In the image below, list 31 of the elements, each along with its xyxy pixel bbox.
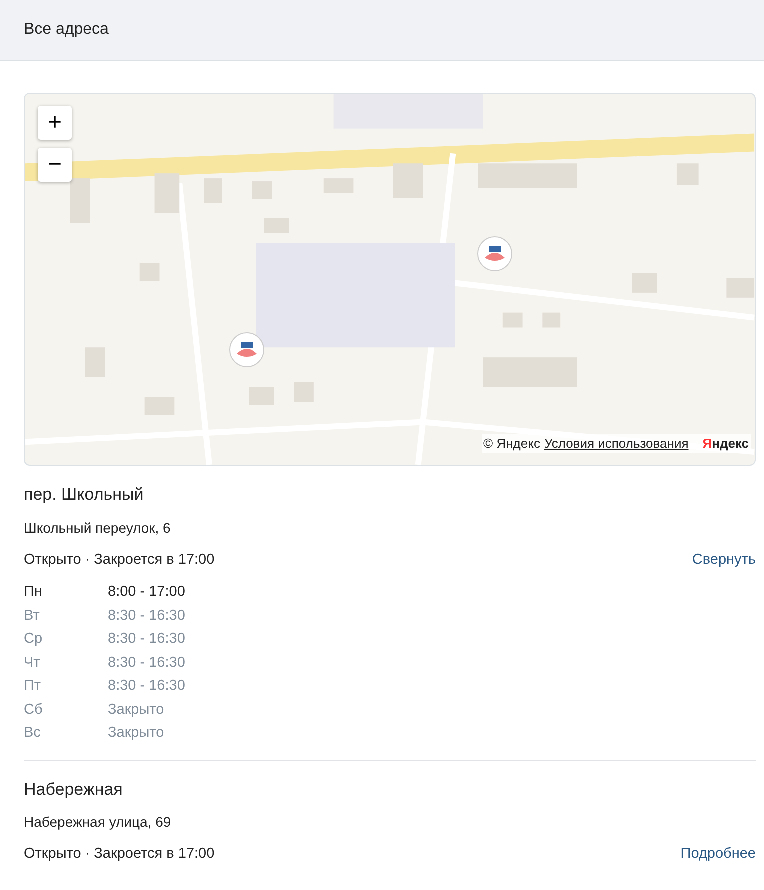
map[interactable]: + − © Яндекс Условия использования Яндекс xyxy=(24,93,756,466)
details-link[interactable]: Подробнее xyxy=(680,844,756,866)
hours-text: 8:30 - 16:30 xyxy=(108,606,186,626)
map-marker-icon[interactable] xyxy=(229,332,265,368)
hours-text: Закрыто xyxy=(108,700,164,720)
weekday: Сб xyxy=(24,700,44,720)
copyright-text: © Яндекс xyxy=(484,434,540,453)
zoom-out-button[interactable]: − xyxy=(38,148,72,182)
opening-status: Открыто · Закроется в 17:00 xyxy=(24,845,215,864)
weekday: Ср xyxy=(24,630,44,650)
page-title: Все адреса xyxy=(24,20,109,40)
location-name: пер. Школьный xyxy=(24,484,145,506)
hours-text: 8:30 - 16:30 xyxy=(108,677,186,696)
location-name: Набережная xyxy=(24,778,124,801)
zoom-in-button[interactable]: + xyxy=(38,106,72,140)
hours-text: 8:30 - 16:30 xyxy=(108,630,186,650)
weekday: Пн xyxy=(24,583,44,602)
weekday: Вт xyxy=(24,606,41,626)
hours-text: Закрыто xyxy=(108,724,164,744)
collapse-link[interactable]: Свернуть xyxy=(692,550,756,572)
location-address: Школьный переулок, 6 xyxy=(24,518,172,538)
weekday: Вс xyxy=(24,724,42,744)
hours-text: 8:30 - 16:30 xyxy=(108,654,186,673)
weekday: Чт xyxy=(24,654,42,673)
terms-link[interactable]: Условия использования xyxy=(544,434,689,453)
weekday: Пт xyxy=(24,677,42,696)
opening-status: Открыто · Закроется в 17:00 xyxy=(24,550,215,570)
hours-text: 8:00 - 17:00 xyxy=(108,583,186,602)
yandex-logo: Яндекс xyxy=(702,434,749,453)
location-address: Набережная улица, 69 xyxy=(24,813,172,832)
map-marker-icon[interactable] xyxy=(477,236,513,272)
